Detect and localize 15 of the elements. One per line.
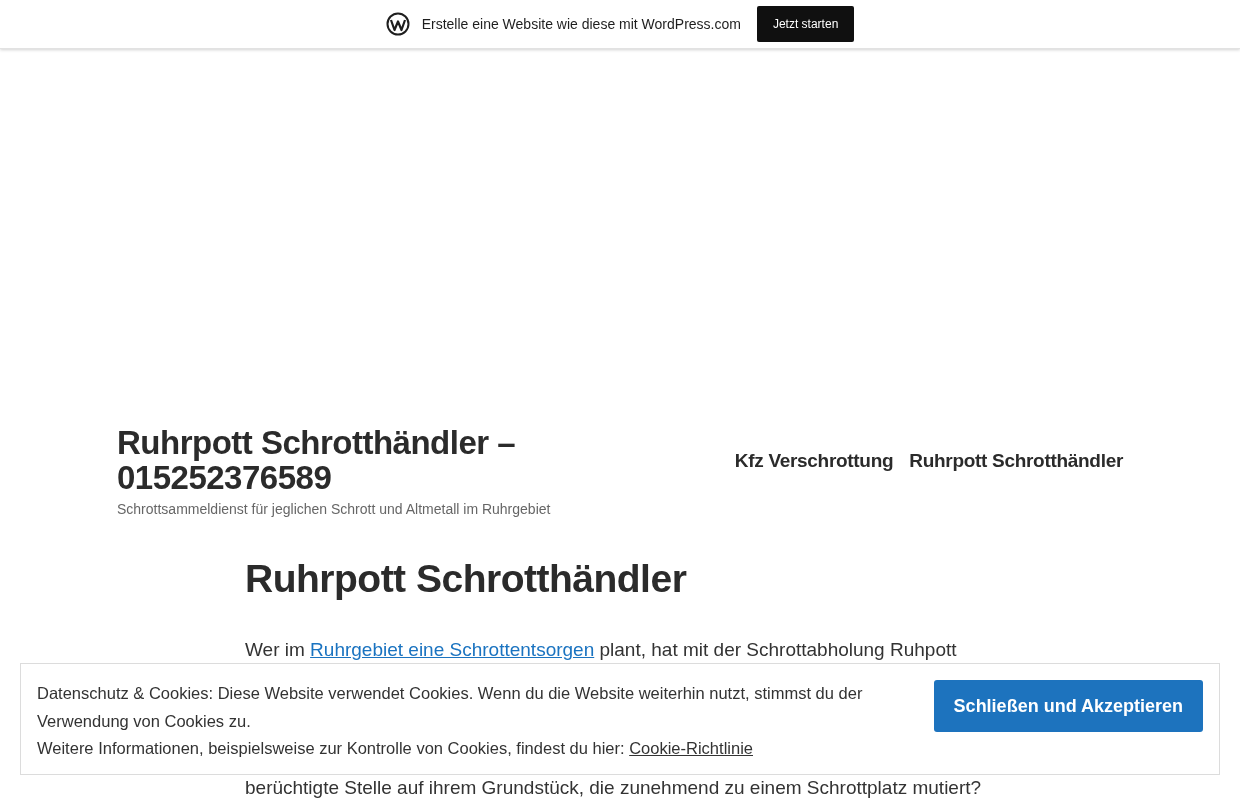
cookie-notice: Datenschutz & Cookies: Diese Website verwendet Cookies. Wenn du die Website weiterhin nutzt, stimmst du der Verwendung von Cookies zu.	[37, 683, 864, 732]
start-button[interactable]: Jetzt starten	[756, 6, 855, 42]
paragraph-text: Wer im Ruhrgebiet eine Schrottentsorgen plant, hat mit der Schrottabholung Ruhpott	[245, 639, 958, 661]
text-link[interactable]: Ruhrgebiet eine Schrottentsorgen	[310, 639, 595, 660]
promo-text: Erstelle eine Website wie diese mit WordPress.com	[421, 16, 741, 32]
nav-link[interactable]: Kfz Verschrottung	[734, 450, 894, 472]
paragraph-text: berüchtigte Stelle auf ihrem Grundstück, die zunehmend zu einem Schrottplatz mutiert?	[245, 777, 983, 799]
accept-button[interactable]: Schließen und Akzeptieren	[933, 680, 1203, 732]
nav-link[interactable]: Ruhrpott Schrotthändler	[909, 450, 1123, 472]
site-title[interactable]: Ruhrpott Schrotthändler – 015252376589	[117, 425, 557, 495]
logo-icon[interactable]	[385, 12, 410, 36]
page-title: Ruhrpott Schrotthändler	[245, 556, 688, 602]
site-tagline: Schrottsammeldienst für jeglichen Schrott und Altmetall im Ruhrgebiet	[117, 501, 552, 517]
cookie-policy-link[interactable]: Cookie-Richtlinie	[629, 739, 753, 757]
cookie-more-text: Weitere Informationen, beispielsweise zur Kontrolle von Cookies, findest du hier: Cookie-Richtlinie	[37, 738, 754, 759]
